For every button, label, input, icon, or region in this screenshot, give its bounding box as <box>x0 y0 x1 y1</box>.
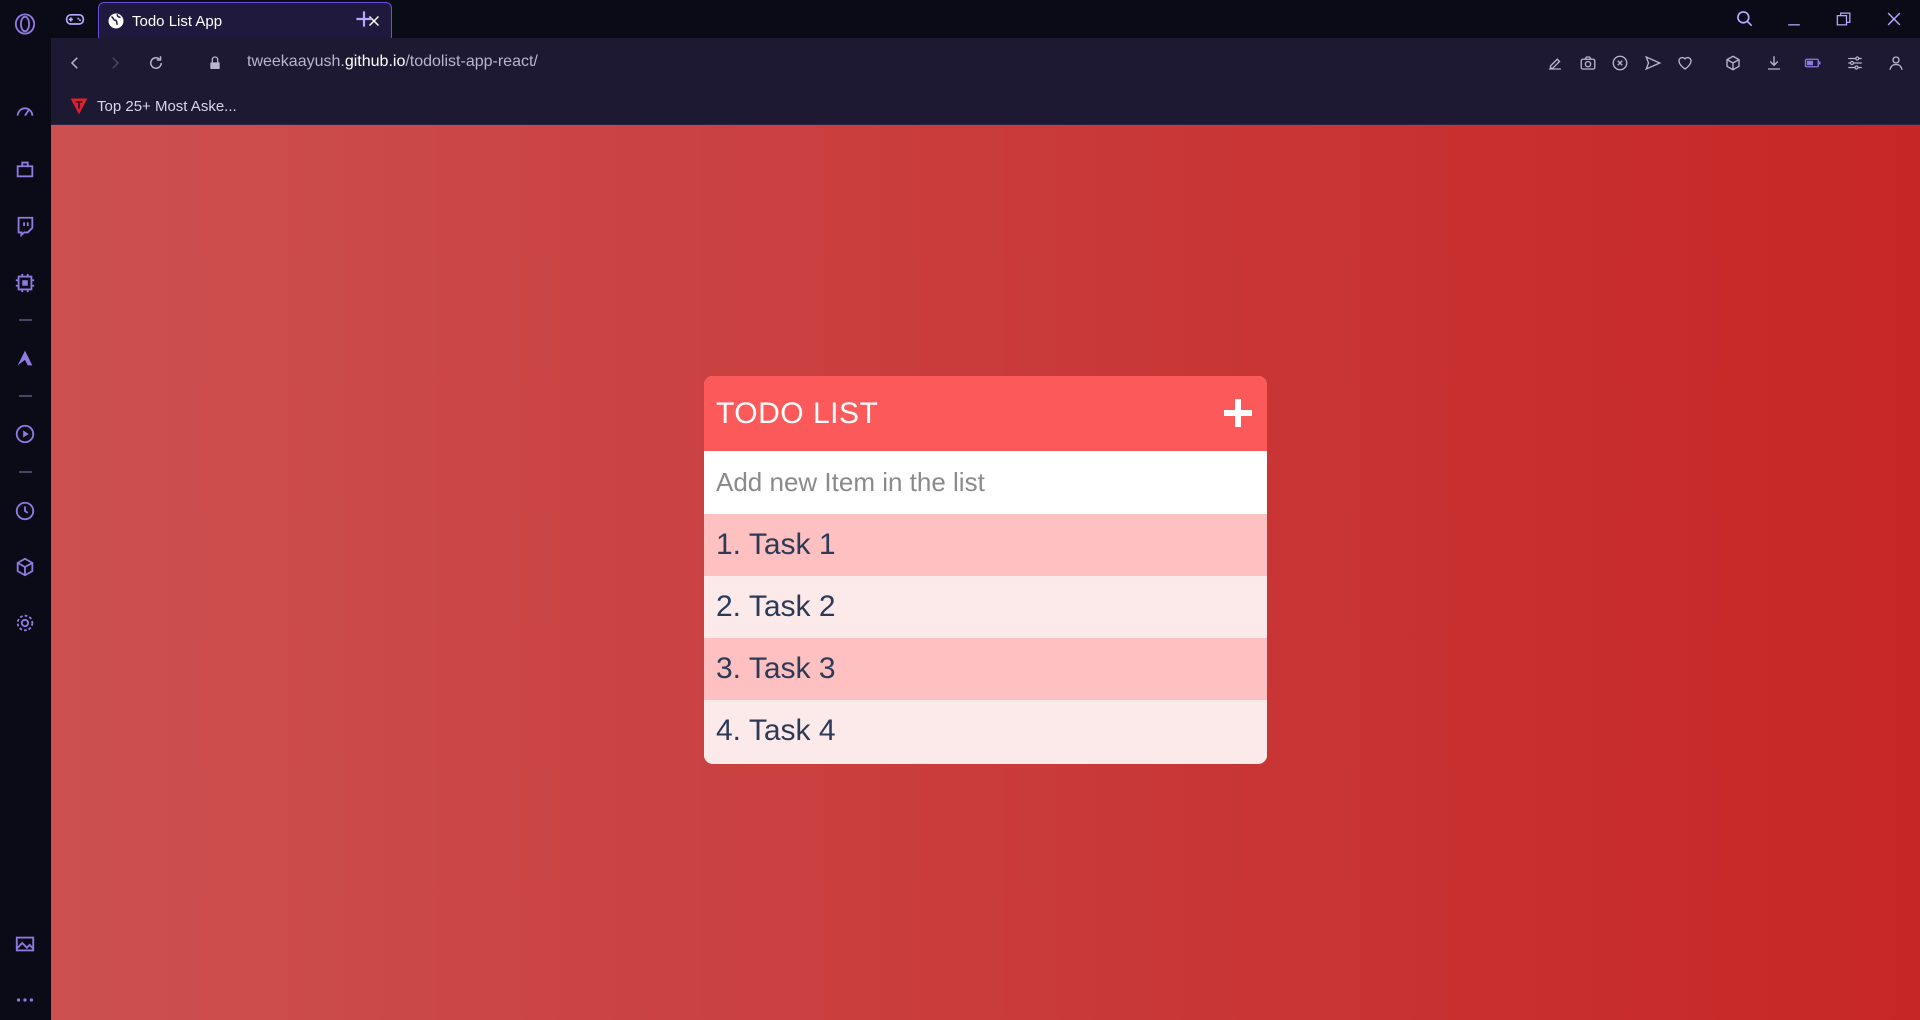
task-item[interactable]: 1. Task 1 <box>704 514 1267 576</box>
task-item[interactable]: 3. Task 3 <box>704 638 1267 700</box>
todo-header: TODO LIST <box>704 376 1267 451</box>
opera-logo-icon[interactable] <box>13 12 37 36</box>
bookmark-favicon-icon <box>70 98 88 115</box>
add-item-button[interactable] <box>1221 396 1255 430</box>
gallery-icon[interactable] <box>13 932 37 956</box>
heart-icon[interactable] <box>1674 52 1696 74</box>
restore-icon[interactable] <box>1831 6 1857 32</box>
easy-setup-icon[interactable] <box>1844 52 1866 74</box>
edit-share-icon[interactable] <box>1544 52 1566 74</box>
more-icon[interactable] <box>13 988 37 1012</box>
window-close-icon[interactable] <box>1881 6 1907 32</box>
back-button[interactable] <box>63 51 87 75</box>
bookmark-item[interactable]: Top 25+ Most Aske... <box>69 96 237 116</box>
url-field[interactable]: tweekaayush.github.io/todolist-app-react… <box>247 53 538 71</box>
tab-todo-list-app[interactable]: Todo List App <box>98 2 392 39</box>
reload-button[interactable] <box>144 51 168 75</box>
url-host-prefix: tweekaayush. <box>247 53 345 70</box>
snapshot-icon[interactable] <box>1577 52 1599 74</box>
task-item[interactable]: 4. Task 4 <box>704 700 1267 762</box>
add-item-input[interactable] <box>704 451 1267 514</box>
gamepad-icon[interactable] <box>59 6 91 32</box>
extensions-icon[interactable] <box>13 157 37 181</box>
send-icon[interactable] <box>1642 52 1664 74</box>
todo-card: TODO LIST 1. Task 1 2. Task 2 3. Task 3 … <box>704 376 1267 764</box>
cube-toolbar-icon[interactable] <box>1722 52 1744 74</box>
cpu-icon[interactable] <box>13 271 37 295</box>
globe-icon <box>108 13 124 29</box>
tab-title: Todo List App <box>132 13 223 30</box>
forward-button[interactable] <box>103 51 127 75</box>
player-icon[interactable] <box>13 422 37 446</box>
minimize-icon[interactable] <box>1781 6 1807 32</box>
url-host-domain: github.io <box>344 53 406 70</box>
sidebar-divider <box>19 395 32 397</box>
profile-icon[interactable] <box>1885 52 1907 74</box>
twitch-icon[interactable] <box>13 214 37 238</box>
lock-icon[interactable] <box>203 51 227 75</box>
search-icon[interactable] <box>1732 6 1758 32</box>
page-title: TODO LIST <box>716 397 879 430</box>
page-viewport: TODO LIST 1. Task 1 2. Task 2 3. Task 3 … <box>51 125 1920 1020</box>
new-tab-icon[interactable] <box>351 6 377 32</box>
settings-icon[interactable] <box>13 611 37 635</box>
cube-icon[interactable] <box>13 555 37 579</box>
task-item[interactable]: 2. Task 2 <box>704 576 1267 638</box>
bookmark-label: Top 25+ Most Aske... <box>97 97 237 115</box>
history-icon[interactable] <box>13 499 37 523</box>
tab-strip: Todo List App <box>51 0 1920 39</box>
sidebar-divider <box>19 471 32 473</box>
url-path: /todolist-app-react/ <box>405 53 538 70</box>
browser-sidebar <box>0 0 51 1020</box>
sidebar-divider <box>19 319 32 321</box>
battery-saver-icon[interactable] <box>1802 52 1824 74</box>
bookmarks-bar: Top 25+ Most Aske... <box>51 88 1920 125</box>
address-bar: tweekaayush.github.io/todolist-app-react… <box>51 38 1920 88</box>
speed-dial-icon[interactable] <box>13 100 37 124</box>
aria-icon[interactable] <box>13 346 37 370</box>
add-item-row <box>704 451 1267 514</box>
download-icon[interactable] <box>1763 52 1785 74</box>
adblock-icon[interactable] <box>1609 52 1631 74</box>
